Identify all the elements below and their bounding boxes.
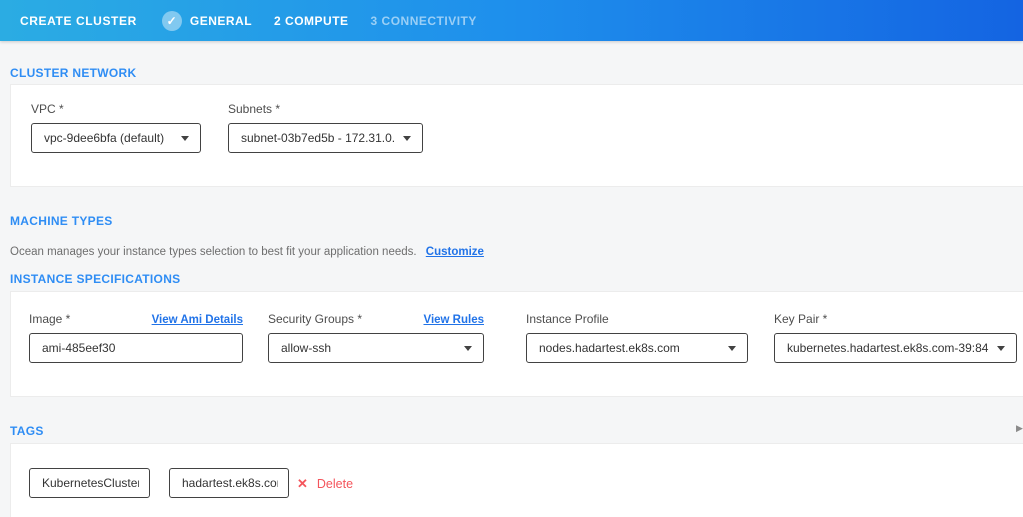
key-pair-value: kubernetes.hadartest.ek8s.com-39:84:a5:9… [787,341,989,355]
chevron-down-icon [464,346,472,351]
tab-compute[interactable]: 2 COMPUTE [274,14,349,28]
tab-connectivity[interactable]: 3 CONNECTIVITY [371,14,477,28]
wizard-title: CREATE CLUSTER [20,14,137,28]
tags-card: ✕ Delete [10,443,1023,517]
delete-tag-button[interactable]: ✕ Delete [297,468,353,499]
machine-types-description-text: Ocean manages your instance types select… [10,246,417,258]
vpc-select[interactable]: vpc-9dee6bfa (default) [31,123,201,153]
subnets-value: subnet-03b7ed5b - 172.31.0.0/20 ... [241,131,395,145]
view-ami-details-link[interactable]: View Ami Details [152,314,243,326]
image-label: Image * [29,312,70,326]
security-groups-value: allow-ssh [281,341,331,355]
vpc-label: VPC * [31,102,201,116]
subnets-label: Subnets * [228,102,423,116]
security-groups-select[interactable]: allow-ssh [268,333,484,363]
tab-compute-label: 2 COMPUTE [274,14,349,28]
chevron-down-icon [997,346,1005,351]
instance-profile-label: Instance Profile [526,312,609,326]
chevron-down-icon [728,346,736,351]
security-groups-label: Security Groups * [268,312,362,326]
check-icon: ✓ [162,11,182,31]
security-groups-field: Security Groups * View Rules allow-ssh [268,312,484,363]
delete-tag-label: Delete [317,477,353,491]
close-icon: ✕ [297,476,308,492]
machine-types-title: MACHINE TYPES [10,214,113,228]
chevron-down-icon [181,136,189,141]
tab-connectivity-label: 3 CONNECTIVITY [371,14,477,28]
key-pair-select[interactable]: kubernetes.hadartest.ek8s.com-39:84:a5:9… [774,333,1017,363]
key-pair-label: Key Pair * [774,312,827,326]
subnets-field: Subnets * subnet-03b7ed5b - 172.31.0.0/2… [228,102,423,153]
chevron-down-icon [403,136,411,141]
instance-specifications-card: Image * View Ami Details Security Groups… [10,291,1023,397]
customize-link[interactable]: Customize [426,246,484,258]
cluster-network-card: VPC * vpc-9dee6bfa (default) Subnets * s… [10,84,1023,187]
subnets-select[interactable]: subnet-03b7ed5b - 172.31.0.0/20 ... [228,123,423,153]
tab-general-label: GENERAL [190,14,252,28]
tag-key-input[interactable] [29,468,150,498]
tag-row [169,468,289,499]
instance-profile-select[interactable]: nodes.hadartest.ek8s.com [526,333,748,363]
vpc-field: VPC * vpc-9dee6bfa (default) [31,102,201,153]
instance-profile-value: nodes.hadartest.ek8s.com [539,341,680,355]
tab-general[interactable]: ✓ GENERAL [162,11,252,31]
machine-types-description: Ocean manages your instance types select… [10,246,484,258]
vpc-value: vpc-9dee6bfa (default) [44,131,164,145]
tags-title: TAGS [10,424,44,438]
view-rules-link[interactable]: View Rules [423,314,484,326]
instance-specifications-title: INSTANCE SPECIFICATIONS [10,272,180,286]
image-input[interactable] [29,333,243,363]
mouse-cursor-icon: ▶ [1016,424,1023,433]
image-field: Image * View Ami Details [29,312,243,363]
tag-row [29,468,150,499]
instance-profile-field: Instance Profile nodes.hadartest.ek8s.co… [526,312,748,363]
wizard-header: CREATE CLUSTER ✓ GENERAL 2 COMPUTE 3 CON… [0,0,1023,41]
tag-value-input[interactable] [169,468,289,498]
wizard-steps: ✓ GENERAL 2 COMPUTE 3 CONNECTIVITY [162,11,499,31]
cluster-network-title: CLUSTER NETWORK [10,66,137,80]
key-pair-field: Key Pair * kubernetes.hadartest.ek8s.com… [774,312,1017,363]
create-cluster-screen: CREATE CLUSTER ✓ GENERAL 2 COMPUTE 3 CON… [0,0,1023,516]
